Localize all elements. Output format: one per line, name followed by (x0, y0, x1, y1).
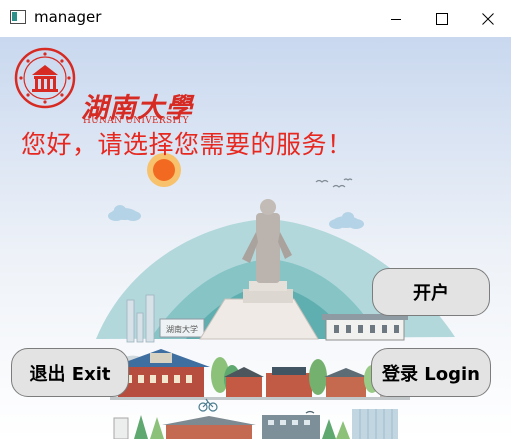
university-seal-icon (14, 47, 76, 109)
svg-text:湖南大学: 湖南大学 (166, 324, 198, 334)
maximize-button[interactable] (419, 0, 465, 37)
exit-button[interactable]: 退出 Exit (11, 348, 129, 397)
welcome-panel: 湖南大学 湖南大學 HUNAN UNIVERSITY 您好，请选择您需要的服务！… (0, 37, 511, 439)
login-button[interactable]: 登录 Login (371, 348, 491, 397)
service-prompt: 您好，请选择您需要的服务！ (21, 129, 353, 159)
maximize-icon (436, 12, 448, 25)
close-icon (482, 12, 494, 25)
title-bar: manager (0, 0, 511, 37)
minimize-button[interactable] (373, 0, 419, 37)
minimize-icon (391, 18, 401, 20)
open-account-button[interactable]: 开户 (372, 268, 490, 316)
close-button[interactable] (465, 0, 511, 37)
app-icon (10, 10, 26, 24)
app-window: manager 湖南大学 湖南大學 HUNAN UNIVERSITY 您好，请选… (0, 0, 511, 439)
window-title: manager (34, 8, 102, 26)
